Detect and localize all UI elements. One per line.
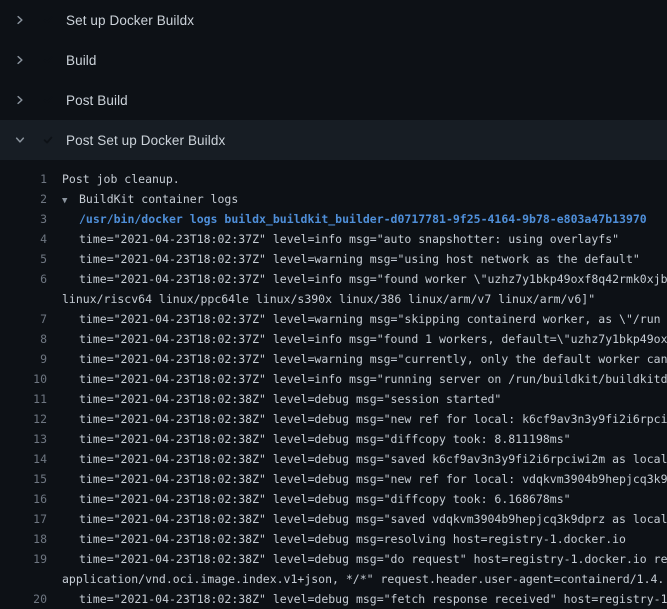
log-text: application/vnd.oci.image.index.v1+json,…	[62, 569, 667, 589]
log-row: 1 Post job cleanup.	[0, 169, 667, 189]
step-label: Set up Docker Buildx	[66, 13, 194, 28]
line-number[interactable]: 20	[0, 589, 47, 609]
group-collapse-triangle-icon[interactable]: ▼	[62, 191, 79, 209]
log-row-wrap: linux/riscv64 linux/ppc64le linux/s390x …	[0, 289, 667, 309]
line-number[interactable]: 3	[0, 209, 47, 229]
log-text: time="2021-04-23T18:02:38Z" level=debug …	[79, 409, 667, 429]
log-text: time="2021-04-23T18:02:38Z" level=debug …	[79, 589, 667, 609]
log-text: time="2021-04-23T18:02:37Z" level=warnin…	[79, 249, 667, 269]
log-text[interactable]: ▼BuildKit container logs	[62, 189, 667, 209]
line-number[interactable]: 8	[0, 329, 47, 349]
check-circle-icon	[40, 92, 56, 108]
line-number[interactable]: 11	[0, 389, 47, 409]
check-circle-icon	[40, 52, 56, 68]
log-text: time="2021-04-23T18:02:38Z" level=debug …	[79, 449, 667, 469]
step-label: Post Set up Docker Buildx	[66, 133, 225, 148]
log-text: time="2021-04-23T18:02:37Z" level=info m…	[79, 269, 667, 289]
log-text: time="2021-04-23T18:02:38Z" level=debug …	[79, 469, 667, 489]
log-row: 2 ▼BuildKit container logs	[0, 189, 667, 209]
line-number[interactable]: 5	[0, 249, 47, 269]
chevron-down-icon[interactable]	[14, 134, 26, 146]
log-row: 12 time="2021-04-23T18:02:38Z" level=debu…	[0, 409, 667, 429]
log-row: 4 time="2021-04-23T18:02:37Z" level=info …	[0, 229, 667, 249]
log-row: 19 time="2021-04-23T18:02:38Z" level=debu…	[0, 549, 667, 569]
log-row: 3/usr/bin/docker logs buildx_buildkit_bu…	[0, 209, 667, 229]
log-row: 9 time="2021-04-23T18:02:37Z" level=warni…	[0, 349, 667, 369]
log-text: time="2021-04-23T18:02:38Z" level=debug …	[79, 549, 667, 569]
log-viewer: 1 Post job cleanup. 2 ▼BuildKit container l…	[0, 160, 667, 609]
line-number[interactable]: 1	[0, 169, 47, 189]
log-text: time="2021-04-23T18:02:37Z" level=info m…	[79, 229, 667, 249]
log-row: 20 time="2021-04-23T18:02:38Z" level=debu…	[0, 589, 667, 609]
step-row-post-set-up-docker-buildx[interactable]: Post Set up Docker Buildx	[0, 120, 667, 160]
step-list: Set up Docker Buildx Build Post Build Post …	[0, 0, 667, 160]
chevron-right-icon[interactable]	[14, 54, 26, 66]
chevron-right-icon[interactable]	[14, 94, 26, 106]
step-row-build[interactable]: Build	[0, 40, 667, 80]
log-text: time="2021-04-23T18:02:38Z" level=debug …	[79, 509, 667, 529]
line-number[interactable]: 19	[0, 549, 47, 569]
log-row: 13 time="2021-04-23T18:02:38Z" level=debu…	[0, 429, 667, 449]
log-row: 18 time="2021-04-23T18:02:38Z" level=debu…	[0, 529, 667, 549]
log-row: 7 time="2021-04-23T18:02:37Z" level=warni…	[0, 309, 667, 329]
line-number[interactable]: 15	[0, 469, 47, 489]
log-row: 10 time="2021-04-23T18:02:37Z" level=info…	[0, 369, 667, 389]
line-number[interactable]: 9	[0, 349, 47, 369]
log-row: 16 time="2021-04-23T18:02:38Z" level=debu…	[0, 489, 667, 509]
step-row-set-up-docker-buildx[interactable]: Set up Docker Buildx	[0, 0, 667, 40]
log-row: 5 time="2021-04-23T18:02:37Z" level=warni…	[0, 249, 667, 269]
log-text: time="2021-04-23T18:02:38Z" level=debug …	[79, 489, 667, 509]
log-text: time="2021-04-23T18:02:38Z" level=debug …	[79, 529, 667, 549]
log-text: time="2021-04-23T18:02:38Z" level=debug …	[79, 389, 667, 409]
line-number[interactable]: 16	[0, 489, 47, 509]
log-text: Post job cleanup.	[62, 169, 667, 189]
log-row: 17 time="2021-04-23T18:02:38Z" level=debu…	[0, 509, 667, 529]
line-number[interactable]: 7	[0, 309, 47, 329]
log-row: 8 time="2021-04-23T18:02:37Z" level=info …	[0, 329, 667, 349]
log-text: time="2021-04-23T18:02:37Z" level=warnin…	[79, 309, 667, 329]
log-row-wrap: application/vnd.oci.image.index.v1+json,…	[0, 569, 667, 589]
line-number[interactable]: 17	[0, 509, 47, 529]
log-text: linux/riscv64 linux/ppc64le linux/s390x …	[62, 289, 667, 309]
log-row: 11 time="2021-04-23T18:02:38Z" level=debu…	[0, 389, 667, 409]
log-row: 6 time="2021-04-23T18:02:37Z" level=info …	[0, 269, 667, 289]
line-number[interactable]: 18	[0, 529, 47, 549]
check-circle-icon	[40, 132, 56, 148]
step-label: Build	[66, 53, 97, 68]
line-number[interactable]: 4	[0, 229, 47, 249]
log-command-text: /usr/bin/docker logs buildx_buildkit_bui…	[79, 209, 667, 229]
log-text: time="2021-04-23T18:02:38Z" level=debug …	[79, 429, 667, 449]
line-number[interactable]: 10	[0, 369, 47, 389]
log-row: 14 time="2021-04-23T18:02:38Z" level=debu…	[0, 449, 667, 469]
chevron-right-icon[interactable]	[14, 14, 26, 26]
step-label: Post Build	[66, 93, 128, 108]
line-number[interactable]: 6	[0, 269, 47, 289]
log-text: time="2021-04-23T18:02:37Z" level=info m…	[79, 369, 667, 389]
line-number[interactable]: 12	[0, 409, 47, 429]
line-number[interactable]: 14	[0, 449, 47, 469]
line-number[interactable]: 2	[0, 189, 47, 209]
check-circle-icon	[40, 12, 56, 28]
step-row-post-build[interactable]: Post Build	[0, 80, 667, 120]
log-row: 15 time="2021-04-23T18:02:38Z" level=debu…	[0, 469, 667, 489]
log-text: time="2021-04-23T18:02:37Z" level=info m…	[79, 329, 667, 349]
log-text: time="2021-04-23T18:02:37Z" level=warnin…	[79, 349, 667, 369]
line-number[interactable]: 13	[0, 429, 47, 449]
group-label: BuildKit container logs	[79, 192, 238, 206]
